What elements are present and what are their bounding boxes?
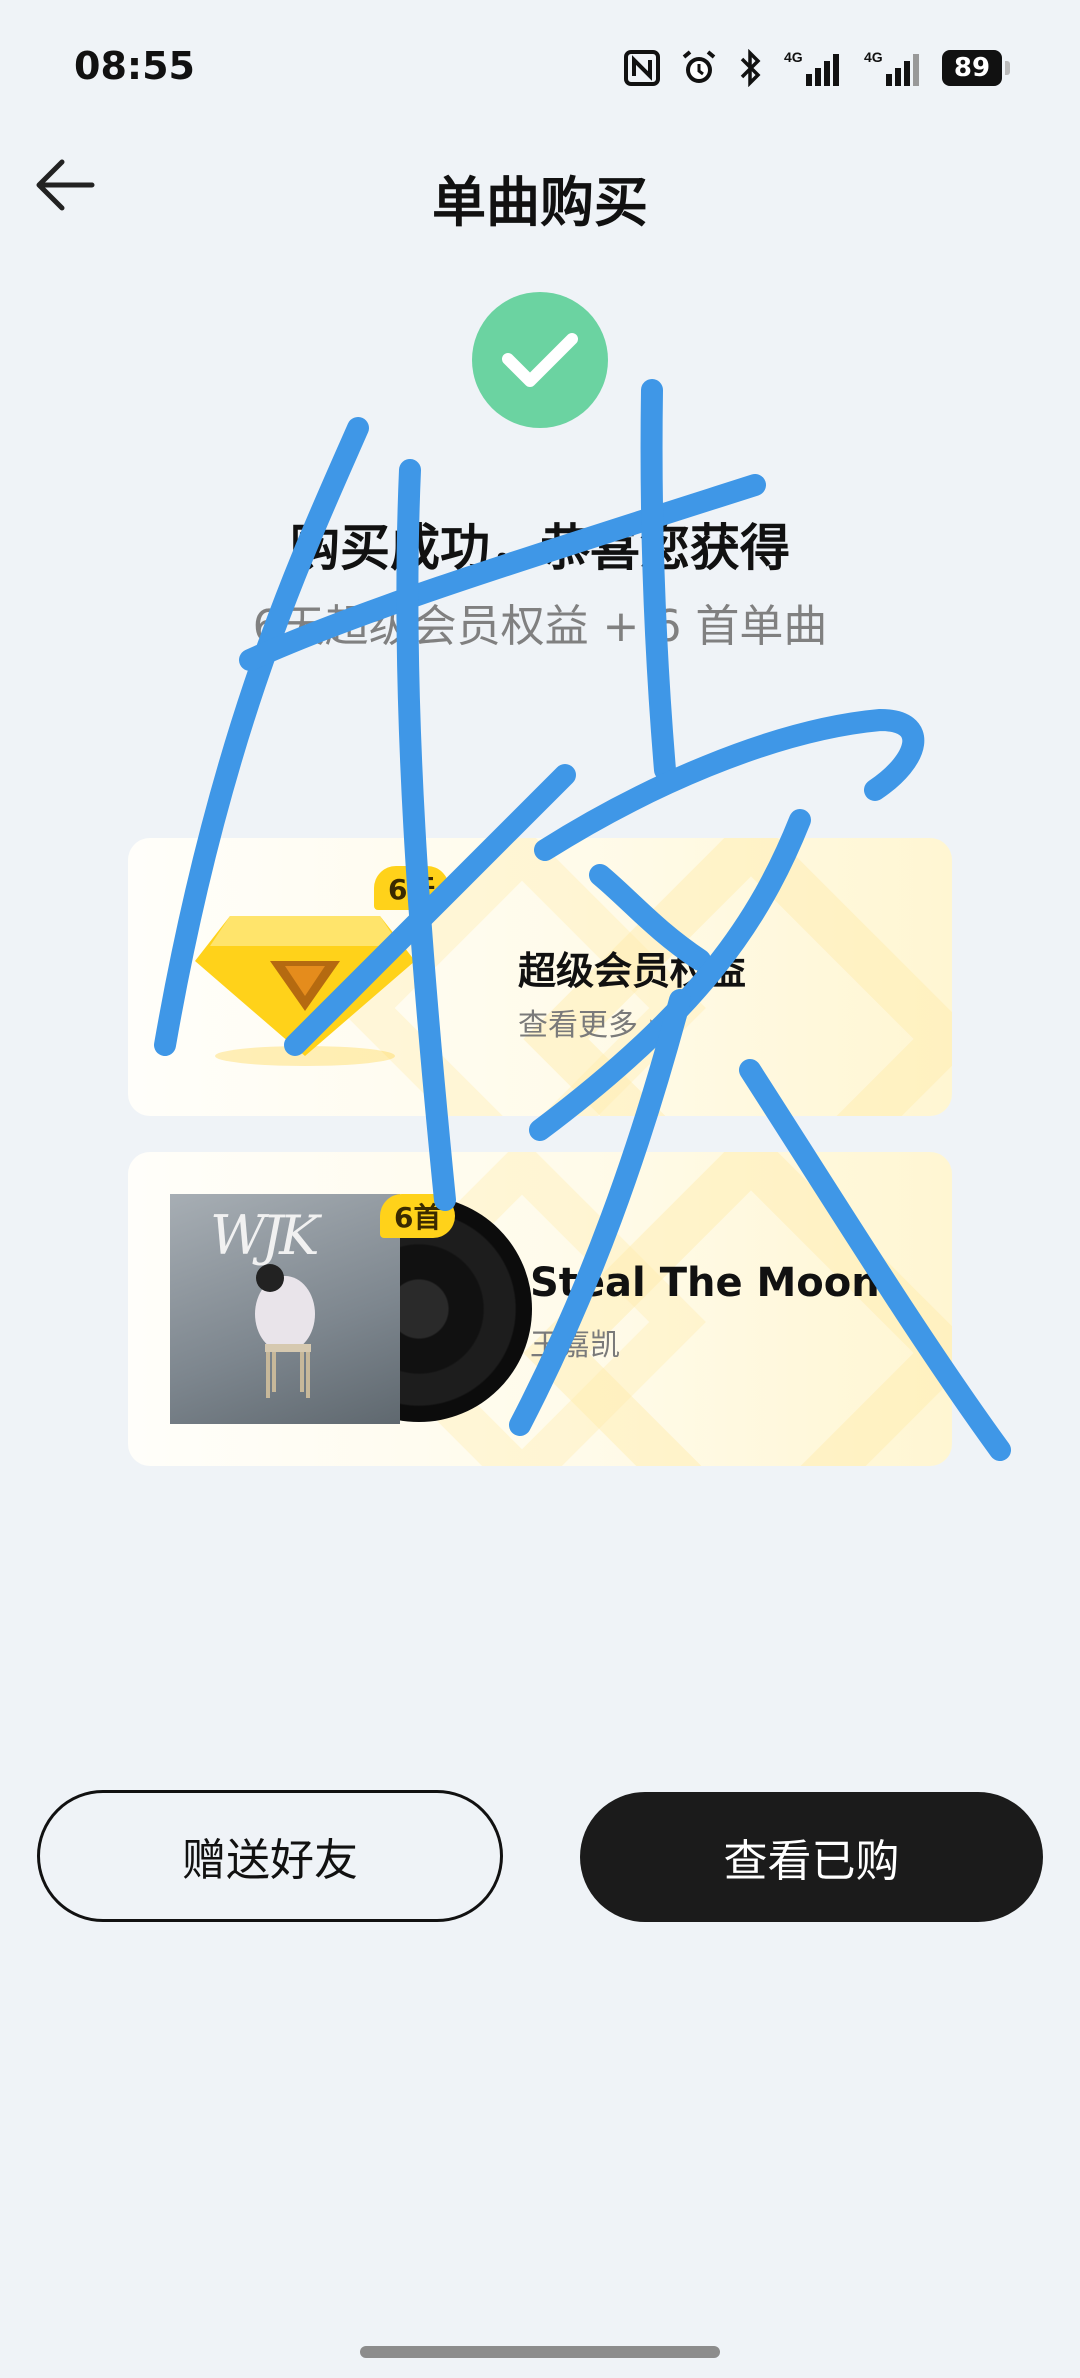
battery-indicator: 89 — [942, 50, 1010, 86]
nfc-icon — [624, 50, 660, 86]
status-time: 08:55 — [74, 44, 195, 88]
album-cover: WJK — [170, 1194, 400, 1424]
svg-text:4G: 4G — [864, 49, 883, 65]
success-title: 购买成功，恭喜您获得 — [290, 519, 790, 577]
home-indicator[interactable] — [360, 2346, 720, 2358]
days-badge: 6天 — [374, 866, 450, 910]
view-purchased-button[interactable]: 查看已购 — [580, 1792, 1043, 1922]
bluetooth-icon — [740, 49, 761, 87]
signal-4g-icon: 4G — [784, 49, 839, 86]
song-card[interactable]: WJK 6首 Steal The Moon 王嘉凯 — [128, 1152, 952, 1466]
success-check-icon — [472, 292, 608, 428]
gift-friend-button[interactable]: 赠送好友 — [37, 1790, 503, 1922]
status-icons: 4G 4G 89 — [624, 46, 1010, 90]
alarm-icon — [682, 50, 716, 83]
membership-card[interactable]: 6天 超级会员权益 查看更多 › — [128, 838, 952, 1116]
view-more-link[interactable]: 查看更多 › — [518, 1000, 660, 1044]
signal-4g-icon-2: 4G — [864, 49, 919, 86]
svg-text:4G: 4G — [784, 49, 803, 65]
page-title: 单曲购买 — [432, 171, 648, 234]
song-artist: 王嘉凯 — [530, 1328, 620, 1363]
song-title: Steal The Moon — [530, 1260, 880, 1306]
success-subtitle: 6天超级会员权益 + 6 首单曲 — [252, 601, 828, 652]
diamond-icon — [195, 916, 415, 1066]
membership-title: 超级会员权益 — [518, 949, 747, 993]
songs-badge: 6首 — [380, 1194, 456, 1238]
